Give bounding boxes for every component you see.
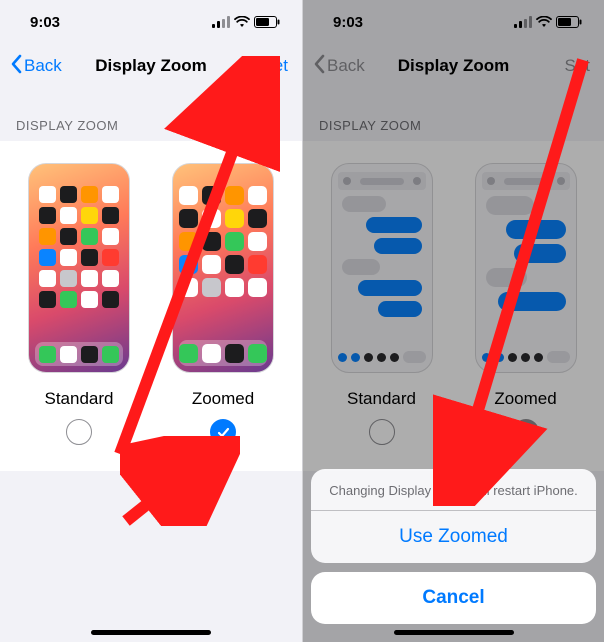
battery-icon: [254, 16, 280, 28]
action-sheet: Changing Display Zoom will restart iPhon…: [311, 469, 596, 624]
chevron-left-icon: [10, 54, 22, 79]
set-button[interactable]: Set: [262, 56, 288, 76]
preview-zoomed: [172, 163, 274, 373]
wifi-icon: [234, 16, 250, 28]
use-zoomed-button[interactable]: Use Zoomed: [311, 510, 596, 563]
home-indicator[interactable]: [91, 630, 211, 635]
cancel-button[interactable]: Cancel: [311, 572, 596, 624]
nav-bar: Back Display Zoom Set: [0, 44, 302, 88]
preview-standard: [28, 163, 130, 373]
status-bar: 9:03: [0, 0, 302, 44]
option-standard[interactable]: Standard: [19, 163, 139, 445]
phone-right: 9:03 Back Display Zoom Set DISPLAY ZOOM: [302, 0, 604, 642]
radio-standard[interactable]: [66, 419, 92, 445]
back-label: Back: [24, 56, 62, 76]
status-time: 9:03: [30, 14, 60, 31]
checkmark-icon: [216, 425, 231, 440]
sheet-message: Changing Display Zoom will restart iPhon…: [311, 469, 596, 510]
status-right: [212, 16, 280, 28]
radio-zoomed[interactable]: [210, 419, 236, 445]
phone-left: 9:03 Back Display Zoom Set DISPLAY ZOOM: [0, 0, 302, 642]
back-button[interactable]: Back: [10, 54, 62, 79]
option-standard-label: Standard: [45, 389, 114, 409]
option-zoomed-label: Zoomed: [192, 389, 254, 409]
option-zoomed[interactable]: Zoomed: [163, 163, 283, 445]
section-header: DISPLAY ZOOM: [0, 88, 302, 141]
preview-card: Standard: [0, 141, 302, 471]
signal-icon: [212, 16, 230, 28]
